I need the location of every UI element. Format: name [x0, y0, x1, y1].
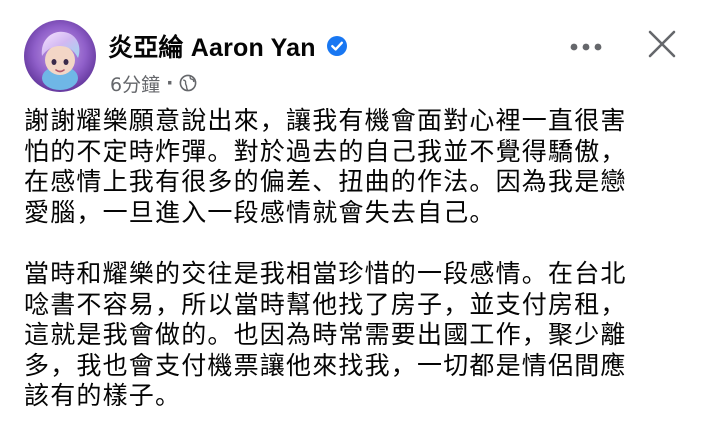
- author-name[interactable]: 炎亞綸 Aaron Yan: [108, 28, 316, 64]
- author-row: 炎亞綸 Aaron Yan: [108, 26, 348, 66]
- post-paragraph-2: 當時和耀樂的交往是我相當珍惜的一段感情。在台北 唸書不容易，所以當時幫他找了房子…: [24, 259, 627, 410]
- globe-icon[interactable]: [179, 74, 197, 92]
- post-paragraph-1: 謝謝耀樂願意說出來，讓我有機會面對心裡一直很害 怕的不定時炸彈。對於過去的自己我…: [24, 106, 627, 227]
- post-text: 謝謝耀樂願意說出來，讓我有機會面對心裡一直很害 怕的不定時炸彈。對於過去的自己我…: [24, 106, 688, 412]
- avatar[interactable]: [24, 20, 96, 92]
- meta-separator: ·: [166, 72, 174, 94]
- facebook-post: 炎亞綸 Aaron Yan 6分鐘 · 謝謝耀樂願意說出來，讓我有機會面對心裡一…: [0, 0, 706, 446]
- more-options-button[interactable]: [564, 28, 608, 64]
- post-meta: 6分鐘 ·: [110, 70, 197, 96]
- more-horizontal-icon: [569, 37, 603, 56]
- verified-badge-icon: [326, 35, 348, 57]
- close-icon: [647, 29, 677, 63]
- post-timestamp[interactable]: 6分鐘: [110, 70, 160, 97]
- close-button[interactable]: [640, 24, 684, 68]
